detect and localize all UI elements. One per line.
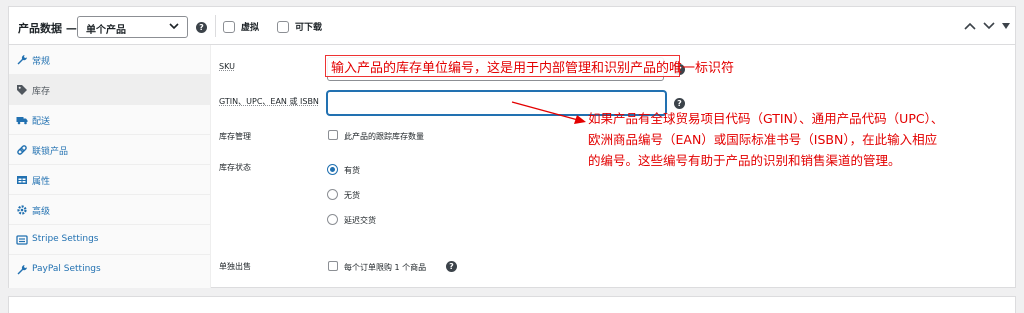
tag-icon [17, 85, 27, 95]
gtin-annotation-line-2: 欧洲商品编号（EAN）或国际标准书号（ISBN），在此输入相应 [588, 132, 938, 147]
wrench-icon [17, 55, 27, 65]
chevron-down-icon [169, 23, 179, 30]
next-panel [8, 296, 1016, 313]
tab-inventory[interactable]: 库存 [9, 75, 211, 105]
tab-stripe-settings[interactable]: Stripe Settings [9, 225, 211, 255]
stock-status-backorder-radio[interactable] [327, 214, 338, 225]
tab-attributes[interactable]: 属性 [9, 165, 211, 195]
gear-icon [17, 205, 27, 215]
tab-attributes-label: 属性 [32, 177, 51, 187]
wrench-icon [17, 265, 27, 275]
sold-individually-checkbox[interactable] [328, 261, 338, 271]
tab-general[interactable]: 常规 [9, 45, 211, 75]
manage-stock-text: 此产品的跟踪库存数量 [344, 132, 424, 141]
tab-shipping[interactable]: 配送 [9, 105, 211, 135]
stock-status-outofstock-radio[interactable] [327, 189, 338, 200]
sold-individually-text: 每个订单限购 1 个商品 [344, 263, 427, 272]
tab-shipping-label: 配送 [32, 117, 51, 127]
virtual-checkbox[interactable] [223, 21, 235, 33]
manage-stock-checkbox[interactable] [328, 130, 338, 140]
gtin-annotation-line-1: 如果产品有全球贸易项目代码（GTIN）、通用产品代码（UPC）、 [588, 111, 944, 126]
move-down-icon[interactable] [983, 21, 995, 31]
sold-individually-help-icon[interactable]: ? [446, 261, 457, 272]
move-up-icon[interactable] [964, 21, 976, 31]
sku-label: SKU [219, 62, 235, 71]
sku-annotation: 输入产品的库存单位编号，这是用于内部管理和识别产品的唯一标识符 [331, 61, 735, 76]
table-icon [17, 176, 27, 184]
stock-status-instock-radio[interactable] [327, 164, 338, 175]
tab-advanced[interactable]: 高级 [9, 195, 211, 225]
tab-linked-products[interactable]: 联锁产品 [9, 135, 211, 165]
stock-status-label: 库存状态 [219, 163, 251, 172]
product-data-header: 产品数据 — 单个产品 ? 虚拟 可下载 [9, 7, 1015, 45]
toggle-panel-icon[interactable] [1001, 21, 1011, 31]
tab-paypal-settings[interactable]: PayPal Settings [9, 255, 211, 285]
tab-advanced-label: 高级 [32, 207, 51, 217]
stock-status-outofstock-label: 无货 [344, 191, 360, 200]
tab-inventory-label: 库存 [32, 87, 51, 97]
product-data-title: 产品数据 — [18, 22, 77, 35]
downloadable-checkbox[interactable] [277, 21, 289, 33]
product-type-value: 单个产品 [86, 25, 126, 36]
tab-paypal-settings-label: PayPal Settings [32, 264, 101, 274]
product-type-select[interactable]: 单个产品 [77, 16, 188, 38]
downloadable-label: 可下载 [295, 23, 323, 33]
manage-stock-label: 库存管理 [219, 132, 251, 141]
tab-linked-products-label: 联锁产品 [32, 147, 69, 157]
help-icon[interactable]: ? [196, 22, 207, 33]
header-divider [215, 15, 216, 37]
product-data-tabs: 常规 库存 配送 联锁产品 属性 高级 Stripe Settings PayP… [9, 45, 211, 288]
tab-general-label: 常规 [32, 57, 51, 67]
gtin-annotation-line-3: 的编号。这些编号有助于产品的识别和销售渠道的管理。 [588, 153, 901, 168]
gtin-label: GTIN、UPC、EAN 或 ISBN [219, 97, 319, 106]
stock-status-instock-label: 有货 [344, 166, 360, 175]
virtual-label: 虚拟 [241, 23, 260, 33]
settings-icon [16, 235, 28, 245]
sold-individually-label: 单独出售 [219, 262, 251, 271]
stock-status-backorder-label: 延迟交货 [344, 216, 376, 225]
tab-stripe-settings-label: Stripe Settings [32, 234, 99, 244]
truck-icon [16, 117, 28, 125]
link-icon [17, 145, 27, 155]
